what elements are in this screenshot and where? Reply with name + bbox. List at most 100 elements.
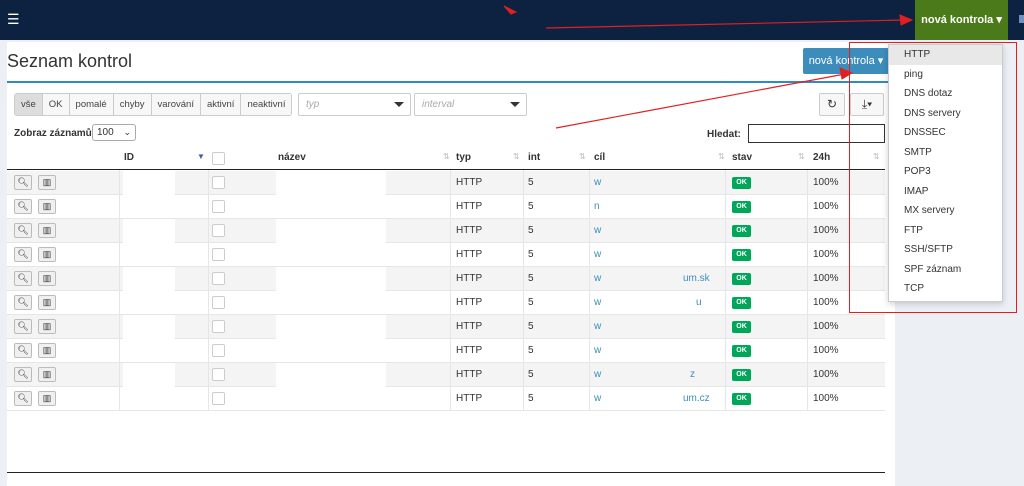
row-checkbox[interactable] — [212, 176, 225, 189]
search-icon[interactable]: 🔍︎ — [14, 271, 32, 286]
redacted-id — [123, 267, 175, 291]
cell-type: HTTP — [456, 201, 483, 212]
filter-ok[interactable]: OK — [42, 94, 70, 115]
col-status[interactable]: stav — [732, 152, 752, 163]
navbar-edge-icon — [1019, 15, 1024, 23]
cell-target[interactable]: w — [594, 177, 601, 188]
top-new-check-button[interactable]: nová kontrola ▾ — [915, 0, 1008, 40]
interval-select[interactable]: interval — [414, 93, 527, 116]
cell-target[interactable]: w — [594, 393, 601, 404]
cell-interval: 5 — [528, 201, 534, 212]
filter-active[interactable]: aktivní — [200, 94, 242, 115]
length-select[interactable]: 100 ⌄ — [92, 124, 136, 141]
row-checkbox[interactable] — [212, 392, 225, 405]
chart-icon[interactable]: ▥ — [38, 391, 56, 406]
chart-icon[interactable]: ▥ — [38, 223, 56, 238]
status-badge: OK — [732, 321, 751, 333]
row-checkbox[interactable] — [212, 200, 225, 213]
cell-target-suffix[interactable]: um.cz — [683, 393, 710, 404]
cell-target[interactable]: w — [594, 225, 601, 236]
search-icon[interactable]: 🔍︎ — [14, 247, 32, 262]
cell-type: HTTP — [456, 369, 483, 380]
col-name[interactable]: název — [278, 152, 306, 163]
hamburger-icon[interactable]: ☰ — [7, 12, 20, 26]
row-checkbox[interactable] — [212, 224, 225, 237]
cell-target[interactable]: w — [594, 273, 601, 284]
search-icon[interactable]: 🔍︎ — [14, 295, 32, 310]
chart-icon[interactable]: ▥ — [38, 247, 56, 262]
cell-type: HTTP — [456, 297, 483, 308]
column-divider — [523, 170, 524, 410]
col-24h[interactable]: 24h — [813, 152, 830, 163]
cell-type: HTTP — [456, 345, 483, 356]
cell-interval: 5 — [528, 321, 534, 332]
sort-icon[interactable]: ⇅ — [513, 152, 520, 161]
cell-24h: 100% — [813, 273, 839, 284]
row-checkbox[interactable] — [212, 296, 225, 309]
table-row: 🔍︎ ▥ HTTP 5 w OK 100% — [7, 171, 885, 195]
chart-icon[interactable]: ▥ — [38, 367, 56, 382]
status-badge: OK — [732, 273, 751, 285]
col-id[interactable]: ID — [124, 152, 134, 163]
cell-target[interactable]: w — [594, 369, 601, 380]
select-all-checkbox[interactable] — [212, 152, 225, 165]
cell-target[interactable]: w — [594, 249, 601, 260]
top-new-check-label: nová kontrola — [921, 14, 994, 26]
chart-icon[interactable]: ▥ — [38, 199, 56, 214]
type-select[interactable]: typ — [298, 93, 411, 116]
filter-all[interactable]: vše — [15, 94, 43, 115]
search-icon[interactable]: 🔍︎ — [14, 343, 32, 358]
row-checkbox[interactable] — [212, 344, 225, 357]
sort-icon[interactable]: ⇅ — [798, 152, 805, 161]
cell-target[interactable]: w — [594, 297, 601, 308]
interval-placeholder: interval — [422, 99, 455, 110]
status-badge: OK — [732, 369, 751, 381]
row-checkbox[interactable] — [212, 320, 225, 333]
refresh-button[interactable]: ↻ — [819, 93, 845, 116]
search-icon[interactable]: 🔍︎ — [14, 175, 32, 190]
col-type[interactable]: typ — [456, 152, 471, 163]
status-badge: OK — [732, 177, 751, 189]
row-checkbox[interactable] — [212, 368, 225, 381]
cell-24h: 100% — [813, 321, 839, 332]
cell-target[interactable]: w — [594, 321, 601, 332]
cell-type: HTTP — [456, 393, 483, 404]
cell-target[interactable]: w — [594, 345, 601, 356]
cell-target-suffix[interactable]: z — [690, 369, 695, 380]
col-interval[interactable]: int — [528, 152, 540, 163]
chart-icon[interactable]: ▥ — [38, 295, 56, 310]
sort-icon[interactable]: ⇅ — [579, 152, 586, 161]
chart-icon[interactable]: ▥ — [38, 343, 56, 358]
chart-icon[interactable]: ▥ — [38, 175, 56, 190]
search-icon[interactable]: 🔍︎ — [14, 367, 32, 382]
search-icon[interactable]: 🔍︎ — [14, 391, 32, 406]
col-target[interactable]: cíl — [594, 152, 605, 163]
checks-panel: Seznam kontrol nová kontrola ▾ vše OK po… — [7, 42, 895, 486]
cell-type: HTTP — [456, 225, 483, 236]
chart-icon[interactable]: ▥ — [38, 319, 56, 334]
cell-interval: 5 — [528, 177, 534, 188]
row-checkbox[interactable] — [212, 272, 225, 285]
search-icon[interactable]: 🔍︎ — [14, 319, 32, 334]
row-checkbox[interactable] — [212, 248, 225, 261]
sort-icon[interactable]: ⇅ — [718, 152, 725, 161]
filter-warnings[interactable]: varování — [151, 94, 201, 115]
redacted-id — [123, 315, 175, 339]
search-icon[interactable]: 🔍︎ — [14, 199, 32, 214]
cell-interval: 5 — [528, 345, 534, 356]
sort-desc-icon[interactable]: ▼ — [197, 152, 205, 161]
filter-errors[interactable]: chyby — [113, 94, 152, 115]
search-icon[interactable]: 🔍︎ — [14, 223, 32, 238]
filter-slow[interactable]: pomalé — [69, 94, 114, 115]
table-row: 🔍︎ ▥ HTTP 5 w OK 100% — [7, 339, 885, 363]
redacted-id — [123, 219, 175, 243]
chart-icon[interactable]: ▥ — [38, 271, 56, 286]
sort-icon[interactable]: ⇅ — [443, 152, 450, 161]
cell-24h: 100% — [813, 369, 839, 380]
redacted-id — [123, 171, 175, 195]
cell-target-suffix[interactable]: u — [696, 297, 702, 308]
filter-inactive[interactable]: neaktivní — [241, 94, 292, 115]
cell-target-suffix[interactable]: um.sk — [683, 273, 710, 284]
cell-target[interactable]: n — [594, 201, 600, 212]
cell-interval: 5 — [528, 273, 534, 284]
